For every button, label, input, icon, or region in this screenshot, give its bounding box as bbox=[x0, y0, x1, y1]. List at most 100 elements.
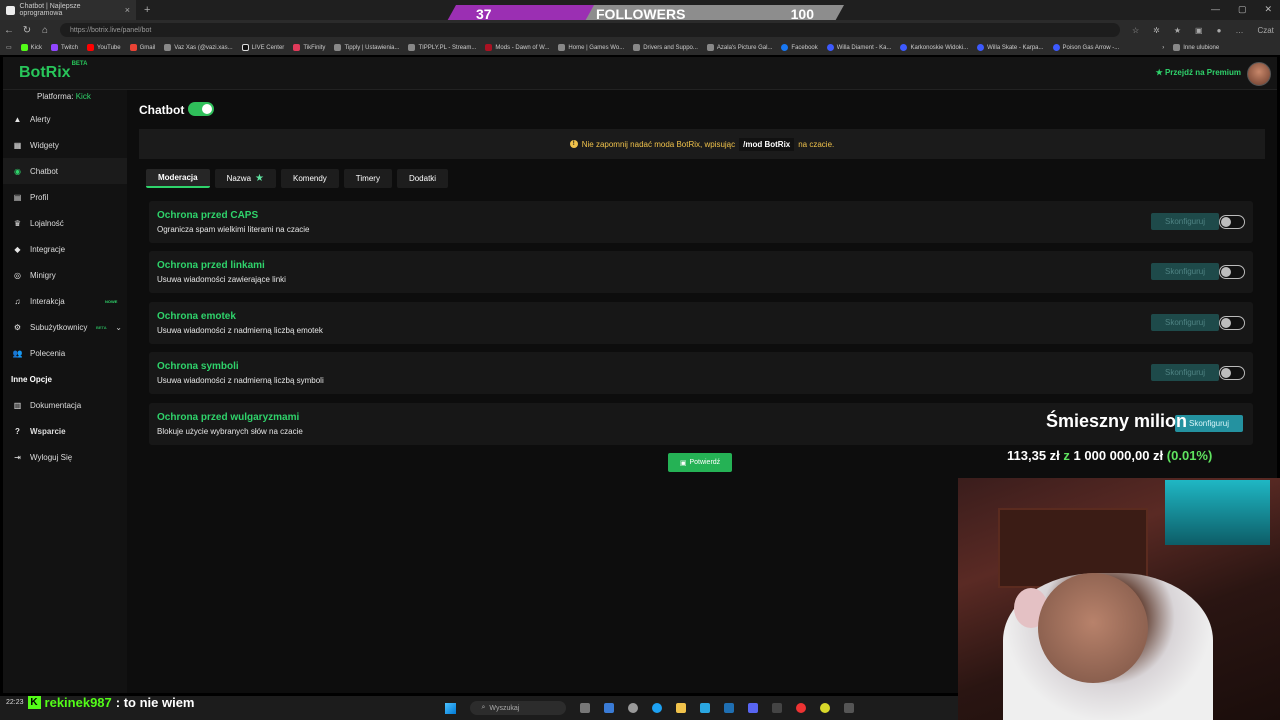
card-description: Usuwa wiadomości zawierające linki bbox=[157, 275, 286, 284]
donation-goal-progress: 113,35 zł z 1 000 000,00 zł (0.01%) bbox=[1007, 448, 1213, 463]
bookmark[interactable]: TikFinity bbox=[293, 44, 325, 51]
sidebar-item-minigry[interactable]: ◎ Minigry bbox=[3, 262, 127, 288]
bookmark[interactable]: LIVE Center bbox=[241, 44, 284, 51]
bookmark[interactable]: Home | Games Wo... bbox=[558, 44, 624, 51]
bookmark[interactable]: Willa Diament - Ka... bbox=[826, 44, 891, 51]
extensions-icon[interactable]: ✲ bbox=[1153, 26, 1160, 35]
chevron-down-icon[interactable]: ⌄ bbox=[115, 323, 122, 332]
sidebar-item-profil[interactable]: ▤ Profil bbox=[3, 184, 127, 210]
maximize-icon[interactable]: ▢ bbox=[1238, 4, 1247, 15]
warning-icon: ▲ bbox=[13, 114, 22, 124]
chatbot-tabs: Moderacja Nazwa ★ Komendy Timery Dodatki bbox=[146, 169, 449, 188]
trophy-icon: ♛ bbox=[13, 218, 22, 228]
sidebar-item-integracje[interactable]: ◆ Integracje bbox=[3, 236, 127, 262]
confirm-button[interactable]: ▣ Potwierdź bbox=[668, 453, 732, 472]
browser-tab[interactable]: Chatbot | Najlepsze oprogramowa × bbox=[0, 0, 136, 20]
sidebar-item-polecenia[interactable]: 👥 Polecenia bbox=[3, 340, 127, 366]
copilot-label[interactable]: Czat bbox=[1257, 26, 1273, 35]
favorite-star-icon[interactable]: ☆ bbox=[1132, 26, 1139, 35]
home-icon[interactable]: ⌂ bbox=[36, 25, 54, 36]
logout-icon: ⇥ bbox=[14, 452, 21, 462]
chat-text: : to nie wiem bbox=[115, 694, 195, 710]
tab-dodatki[interactable]: Dodatki bbox=[396, 169, 449, 188]
users-icon: 👥 bbox=[12, 348, 23, 358]
tab-nazwa[interactable]: Nazwa ★ bbox=[214, 169, 276, 188]
robot-icon: ◉ bbox=[14, 166, 21, 176]
bookmark[interactable]: Poison Gas Arrow -... bbox=[1052, 44, 1119, 51]
bookmarks-chevron-icon[interactable]: › bbox=[1162, 45, 1164, 51]
configure-button[interactable]: Skonfiguruj bbox=[1151, 213, 1219, 230]
botrix-logo[interactable]: BotRixBETA bbox=[19, 60, 88, 82]
bookmark-icon bbox=[826, 44, 834, 51]
chatbot-toggle[interactable] bbox=[188, 102, 214, 116]
links-toggle[interactable] bbox=[1219, 265, 1245, 279]
new-badge: NOWE bbox=[105, 298, 118, 304]
tab-komendy[interactable]: Komendy bbox=[281, 169, 339, 188]
folder-icon bbox=[1173, 44, 1181, 51]
address-bar[interactable]: https://botrix.live/panel/bot bbox=[60, 23, 1120, 37]
favorites-icon[interactable]: ★ bbox=[1174, 26, 1181, 35]
question-icon: ? bbox=[15, 426, 20, 436]
bookmark[interactable]: Mods - Dawn of W... bbox=[485, 44, 549, 51]
more-icon[interactable]: … bbox=[1235, 26, 1243, 35]
bookmark[interactable]: Gmail bbox=[129, 44, 155, 51]
collections-icon[interactable]: ▣ bbox=[1195, 26, 1203, 35]
sidebar-item-widgety[interactable]: ▦ Widgety bbox=[3, 132, 127, 158]
profile-icon[interactable]: ● bbox=[1217, 26, 1222, 35]
bookmark-icon bbox=[164, 44, 172, 51]
bookmark[interactable]: Karkonoskie Widoki... bbox=[900, 44, 968, 51]
logo-badge: BETA bbox=[71, 60, 88, 67]
bookmark[interactable]: Willa Skate - Karpa... bbox=[977, 44, 1044, 51]
sidebar-item-alerty[interactable]: ▲ Alerty bbox=[3, 106, 127, 132]
other-bookmarks[interactable]: Inne ulubione bbox=[1173, 44, 1219, 51]
sidebar-item-interakcja[interactable]: ♫ Interakcja NOWE bbox=[3, 288, 127, 314]
configure-button[interactable]: Skonfiguruj bbox=[1151, 364, 1219, 381]
bookmark[interactable]: Kick bbox=[20, 44, 42, 51]
symbols-toggle[interactable] bbox=[1219, 366, 1245, 380]
configure-button[interactable]: Skonfiguruj bbox=[1151, 314, 1219, 331]
bookmark-icon bbox=[293, 44, 301, 51]
bookmark[interactable]: Twitch bbox=[51, 44, 78, 51]
sidebar-item-lojalnosc[interactable]: ♛ Lojalność bbox=[3, 210, 127, 236]
bookmark[interactable]: Azala's Picture Gal... bbox=[706, 44, 772, 51]
bookmark[interactable]: TIPPLY.PL - Stream... bbox=[408, 44, 476, 51]
configure-button[interactable]: Skonfiguruj bbox=[1151, 263, 1219, 280]
tab-timery[interactable]: Timery bbox=[343, 169, 392, 188]
bookmark[interactable]: YouTube bbox=[87, 44, 121, 51]
bookmarks-folder-icon[interactable]: ▭ bbox=[6, 44, 12, 51]
caps-toggle[interactable] bbox=[1219, 215, 1245, 229]
bookmark[interactable]: Vaz Xas (@vazi.xas... bbox=[164, 44, 233, 51]
sidebar-item-wyloguj[interactable]: ⇥ Wyloguj Się bbox=[3, 444, 127, 470]
close-tab-icon[interactable]: × bbox=[125, 5, 130, 15]
bookmark[interactable]: Tipply | Ustawienia... bbox=[334, 44, 399, 51]
window-controls: — ▢ ✕ bbox=[1211, 4, 1272, 15]
kick-icon: K bbox=[27, 695, 41, 709]
tab-moderacja[interactable]: Moderacja bbox=[146, 169, 210, 188]
bookmark-icon bbox=[977, 44, 985, 51]
bookmark[interactable]: Drivers and Suppo... bbox=[633, 44, 698, 51]
new-tab-icon[interactable]: + bbox=[144, 4, 150, 16]
donation-goal-title: Śmieszny milion bbox=[1046, 411, 1188, 431]
chat-username: rekinek987 bbox=[44, 694, 112, 710]
card-title: Ochrona emotek bbox=[157, 311, 236, 322]
bookmark[interactable]: Facebook bbox=[781, 44, 818, 51]
sidebar-item-wsparcie[interactable]: ? Wsparcie bbox=[3, 418, 127, 444]
emotes-toggle[interactable] bbox=[1219, 316, 1245, 330]
close-window-icon[interactable]: ✕ bbox=[1264, 4, 1272, 15]
sidebar-item-chatbot[interactable]: ◉ Chatbot bbox=[3, 158, 127, 184]
mod-command: /mod BotRix bbox=[739, 137, 795, 151]
refresh-icon[interactable]: ↻ bbox=[18, 25, 36, 36]
bookmark-icon bbox=[241, 44, 249, 51]
bookmark-icon bbox=[87, 44, 95, 51]
premium-link[interactable]: ★ Przejdź na Premium bbox=[1156, 68, 1241, 77]
avatar[interactable] bbox=[1247, 62, 1271, 86]
minimize-icon[interactable]: — bbox=[1211, 4, 1220, 15]
sidebar-item-subuzytkownicy[interactable]: ⚙ Subużytkownicy BETA ⌄ bbox=[3, 314, 127, 340]
save-icon: ▣ bbox=[679, 459, 687, 467]
toolbar-icons: ☆ ✲ ★ ▣ ● … Czat bbox=[1132, 26, 1274, 35]
back-icon[interactable]: ← bbox=[0, 25, 18, 36]
sidebar-item-dokumentacja[interactable]: ▥ Dokumentacja bbox=[3, 392, 127, 418]
bookmark-icon bbox=[900, 44, 908, 51]
card-title: Ochrona przed CAPS bbox=[157, 210, 259, 221]
bookmark-icon bbox=[781, 44, 789, 51]
